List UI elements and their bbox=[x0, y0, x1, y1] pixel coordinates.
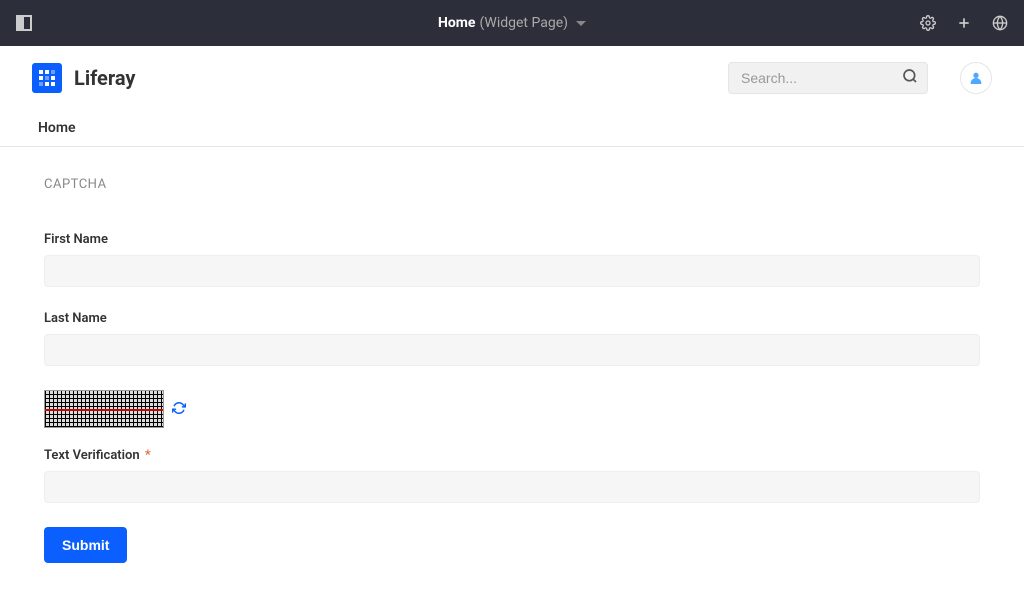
search-submit-button[interactable] bbox=[902, 68, 918, 88]
gear-icon bbox=[920, 15, 936, 31]
site-nav: Home bbox=[0, 110, 1024, 147]
liferay-logo-icon[interactable] bbox=[32, 63, 62, 93]
user-menu-button[interactable] bbox=[960, 62, 992, 94]
settings-button[interactable] bbox=[920, 15, 936, 31]
portlet-title: CAPTCHA bbox=[44, 177, 980, 192]
panel-icon bbox=[16, 15, 32, 31]
text-verification-label-text: Text Verification bbox=[44, 448, 140, 463]
add-button[interactable] bbox=[956, 15, 972, 31]
brand-title[interactable]: Liferay bbox=[74, 66, 135, 90]
nav-item-home[interactable]: Home bbox=[32, 110, 82, 146]
main-content: CAPTCHA First Name Last Name Text Verifi… bbox=[0, 147, 1024, 593]
page-type: (Widget Page) bbox=[479, 15, 568, 31]
logo-svg bbox=[37, 68, 57, 88]
refresh-captcha-button[interactable] bbox=[172, 400, 186, 419]
first-name-label: First Name bbox=[44, 232, 980, 247]
admin-top-bar: Home (Widget Page) bbox=[0, 0, 1024, 46]
top-bar-actions bbox=[920, 15, 1008, 31]
simulation-button[interactable] bbox=[992, 15, 1008, 31]
search-input[interactable] bbox=[728, 62, 928, 94]
page-selector-button[interactable]: Home (Widget Page) bbox=[438, 15, 586, 31]
globe-icon bbox=[992, 15, 1008, 31]
last-name-label: Last Name bbox=[44, 311, 980, 326]
user-icon bbox=[968, 70, 984, 86]
text-verification-label: Text Verification * bbox=[44, 448, 980, 463]
chevron-down-icon bbox=[576, 21, 586, 26]
captcha-row bbox=[44, 390, 980, 428]
last-name-group: Last Name bbox=[44, 311, 980, 366]
captcha-image bbox=[44, 390, 164, 428]
search-icon bbox=[902, 68, 918, 84]
search-wrapper bbox=[728, 62, 928, 94]
text-verification-input[interactable] bbox=[44, 471, 980, 503]
first-name-group: First Name bbox=[44, 232, 980, 287]
submit-button[interactable]: Submit bbox=[44, 527, 127, 563]
required-indicator: * bbox=[145, 448, 151, 463]
last-name-input[interactable] bbox=[44, 334, 980, 366]
site-header: Liferay bbox=[0, 46, 1024, 110]
refresh-icon bbox=[172, 401, 186, 415]
plus-icon bbox=[956, 15, 972, 31]
first-name-input[interactable] bbox=[44, 255, 980, 287]
toggle-side-panel-button[interactable] bbox=[16, 15, 32, 31]
text-verification-group: Text Verification * bbox=[44, 448, 980, 503]
page-name: Home bbox=[438, 15, 475, 31]
